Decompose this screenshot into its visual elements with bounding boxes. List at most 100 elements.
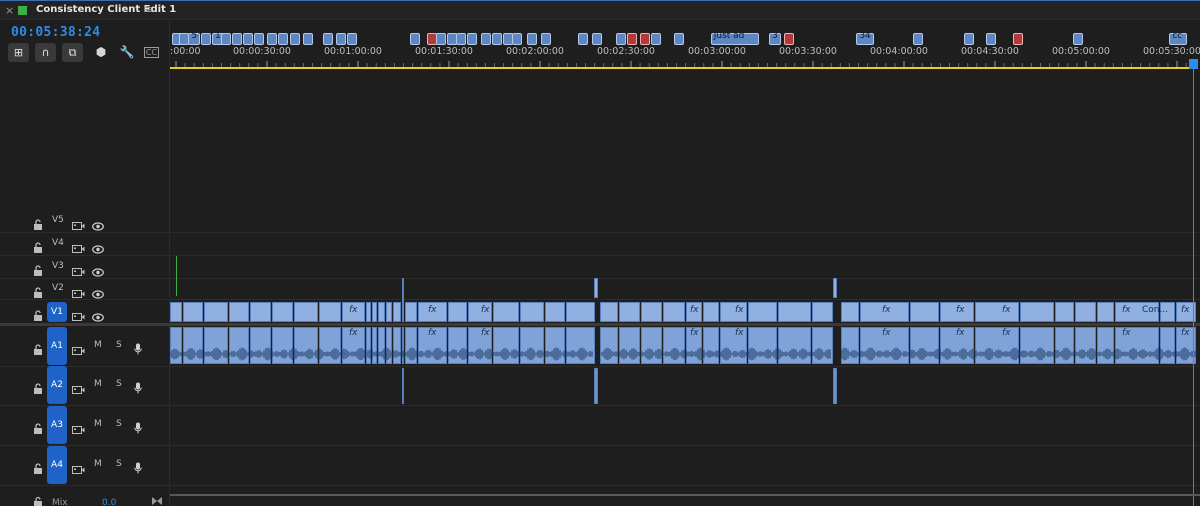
lock-icon[interactable] xyxy=(33,419,43,434)
lock-icon[interactable] xyxy=(33,283,43,298)
video-clip[interactable] xyxy=(910,302,939,322)
video-clip[interactable] xyxy=(520,302,544,322)
video-clip[interactable] xyxy=(250,302,271,322)
lock-icon[interactable] xyxy=(33,261,43,276)
voiceover-mic-icon[interactable] xyxy=(134,379,142,394)
eye-icon[interactable] xyxy=(92,284,104,299)
track-target-a4[interactable]: A4 xyxy=(47,446,67,484)
fx-badge[interactable]: fx xyxy=(735,328,744,338)
playhead-handle[interactable] xyxy=(1189,59,1198,69)
mute-button[interactable]: M xyxy=(94,340,102,350)
fx-badge[interactable]: fx xyxy=(690,305,699,315)
sequence-marker[interactable] xyxy=(455,33,466,45)
track-target-a3[interactable]: A3 xyxy=(47,406,67,444)
sequence-marker[interactable] xyxy=(201,33,212,45)
video-clip[interactable] xyxy=(405,302,417,322)
mute-button[interactable]: M xyxy=(94,459,102,469)
fx-badge[interactable]: fx xyxy=(481,305,490,315)
sequence-marker[interactable] xyxy=(290,33,301,45)
fx-badge[interactable]: fx xyxy=(882,328,891,338)
sequence-marker[interactable] xyxy=(1072,33,1083,45)
voiceover-mic-icon[interactable] xyxy=(134,459,142,474)
video-clip[interactable] xyxy=(272,302,293,322)
sequence-marker[interactable] xyxy=(985,33,996,45)
insert-nest-icon[interactable]: ⊞ xyxy=(8,43,29,62)
fx-badge[interactable]: fx xyxy=(1122,328,1131,338)
video-clip[interactable] xyxy=(663,302,685,322)
add-marker-icon[interactable]: ⬢ xyxy=(92,43,110,62)
close-tab-icon[interactable]: × xyxy=(5,4,14,17)
video-clip[interactable] xyxy=(1020,302,1054,322)
sync-lock-icon[interactable] xyxy=(72,216,85,230)
lock-icon[interactable] xyxy=(33,379,43,394)
fx-badge[interactable]: fx xyxy=(1002,328,1011,338)
sequence-marker[interactable] xyxy=(277,33,288,45)
time-ruler[interactable]: :00:00 00:00:30:00 00:01:00:00 00:01:30:00 0… xyxy=(170,28,1200,70)
lock-icon[interactable] xyxy=(33,340,43,355)
small-video-clip[interactable] xyxy=(833,278,837,298)
mix-volume-value[interactable]: 0.0 xyxy=(102,498,116,506)
sequence-marker[interactable] xyxy=(466,33,477,45)
fx-badge[interactable]: fx xyxy=(1122,305,1131,315)
sequence-marker[interactable] xyxy=(266,33,277,45)
sync-lock-icon[interactable] xyxy=(72,262,85,276)
fx-badge[interactable]: fx xyxy=(428,328,437,338)
sequence-tab-title[interactable]: Consistency Client Edit 1 xyxy=(36,4,176,15)
lock-icon[interactable] xyxy=(33,306,43,321)
video-clip[interactable] xyxy=(393,302,401,322)
video-clip[interactable] xyxy=(170,302,182,322)
video-audio-divider[interactable] xyxy=(0,323,1200,326)
video-clip[interactable] xyxy=(641,302,662,322)
video-clip[interactable] xyxy=(366,302,371,322)
fx-badge[interactable]: fx xyxy=(428,305,437,315)
fx-badge[interactable]: fx xyxy=(1002,305,1011,315)
snap-icon[interactable]: ∩ xyxy=(35,43,56,62)
sequence-marker[interactable] xyxy=(912,33,923,45)
lock-icon[interactable] xyxy=(33,497,43,506)
eye-icon[interactable] xyxy=(92,239,104,254)
mix-scroll-bar[interactable] xyxy=(170,494,1200,496)
fx-badge[interactable]: fx xyxy=(349,328,358,338)
fx-badge[interactable]: fx xyxy=(1181,328,1190,338)
sequence-marker[interactable] xyxy=(1012,33,1023,45)
sequence-marker[interactable] xyxy=(303,33,314,45)
fx-badge[interactable]: fx xyxy=(1181,305,1190,315)
fx-badge[interactable]: fx xyxy=(349,305,358,315)
sequence-marker[interactable] xyxy=(221,33,232,45)
linked-selection-icon[interactable]: ⧉ xyxy=(62,43,83,62)
small-audio-clip[interactable] xyxy=(402,368,404,404)
solo-button[interactable]: S xyxy=(116,379,122,389)
sync-lock-icon[interactable] xyxy=(72,239,85,253)
sequence-marker[interactable] xyxy=(492,33,503,45)
video-clip[interactable] xyxy=(600,302,618,322)
video-clip[interactable] xyxy=(372,302,377,322)
video-clip[interactable] xyxy=(1097,302,1114,322)
video-clip[interactable] xyxy=(778,302,811,322)
sequence-marker[interactable] xyxy=(242,33,253,45)
video-clip[interactable] xyxy=(619,302,640,322)
video-clip[interactable] xyxy=(1075,302,1096,322)
sequence-marker[interactable] xyxy=(541,33,552,45)
sequence-marker[interactable] xyxy=(410,33,421,45)
lock-icon[interactable] xyxy=(33,238,43,253)
sequence-marker[interactable] xyxy=(346,33,357,45)
video-clip[interactable] xyxy=(841,302,859,322)
captions-icon[interactable]: CC xyxy=(144,47,159,58)
mute-button[interactable]: M xyxy=(94,379,102,389)
sequence-marker[interactable] xyxy=(616,33,627,45)
sync-lock-icon[interactable] xyxy=(72,284,85,298)
fx-badge[interactable]: fx xyxy=(690,328,699,338)
sequence-marker[interactable] xyxy=(783,33,794,45)
mute-button[interactable]: M xyxy=(94,419,102,429)
wrench-icon[interactable]: 🔧 xyxy=(118,43,136,62)
lock-icon[interactable] xyxy=(33,215,43,230)
sequence-marker[interactable] xyxy=(963,33,974,45)
sequence-marker[interactable] xyxy=(435,33,446,45)
sync-lock-icon[interactable] xyxy=(72,420,85,434)
work-area-bar[interactable] xyxy=(170,67,1196,69)
small-audio-clip[interactable] xyxy=(833,368,837,404)
video-clip[interactable] xyxy=(975,302,1019,322)
sequence-marker[interactable] xyxy=(627,33,637,45)
video-clip[interactable] xyxy=(294,302,318,322)
video-clip[interactable] xyxy=(183,302,203,322)
